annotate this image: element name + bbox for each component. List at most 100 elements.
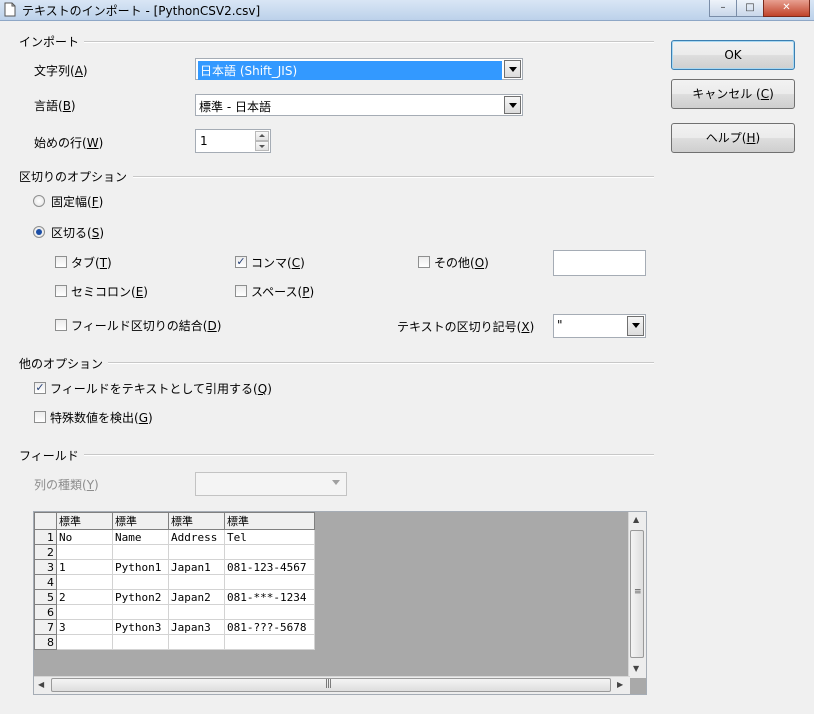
merge-delimiters-checkbox[interactable]	[55, 319, 67, 331]
table-cell: 081-***-1234	[224, 589, 315, 605]
separator-separator	[133, 176, 654, 178]
comma-checkbox[interactable]: ✓	[235, 256, 247, 268]
chevron-down-icon[interactable]	[627, 316, 644, 336]
table-cell: Name	[112, 529, 169, 545]
row-number: 7	[34, 619, 57, 635]
table-cell	[56, 634, 113, 650]
column-header[interactable]: 標準	[56, 512, 113, 530]
corner-cell	[34, 512, 57, 530]
table-cell	[224, 574, 315, 590]
table-cell	[56, 544, 113, 560]
fixed-width-label: 固定幅(F)	[51, 195, 104, 209]
spin-down-icon[interactable]	[255, 141, 269, 151]
text-delimiter-label: テキストの区切り記号(X)	[397, 320, 535, 334]
table-cell: Japan1	[168, 559, 225, 575]
table-row: 1 No Name Address Tel	[34, 529, 315, 545]
table-cell: 2	[56, 589, 113, 605]
table-cell: Tel	[224, 529, 315, 545]
fields-heading: フィールド	[19, 449, 79, 463]
tab-label: タブ(T)	[71, 256, 112, 270]
column-header[interactable]: 標準	[168, 512, 225, 530]
semicolon-checkbox[interactable]	[55, 285, 67, 297]
separator-heading: 区切りのオプション	[19, 170, 128, 184]
preview-grid[interactable]: 標準 標準 標準 標準 1 No Name Address Tel 2 3 1 Python1 J…	[33, 511, 647, 695]
charset-value: 日本語 (Shift_JIS)	[198, 61, 502, 80]
row-number: 4	[34, 574, 57, 590]
startrow-value: 1	[200, 134, 208, 148]
horizontal-scrollbar[interactable]: ◀ ||| ▶	[34, 676, 630, 694]
column-type-combo[interactable]	[195, 472, 347, 496]
table-cell	[112, 574, 169, 590]
scroll-right-icon[interactable]: ▶	[617, 680, 623, 689]
charset-combo[interactable]: 日本語 (Shift_JIS)	[195, 58, 523, 80]
preview-table: 標準 標準 標準 標準 1 No Name Address Tel 2 3 1 Python1 J…	[34, 512, 315, 650]
table-cell: No	[56, 529, 113, 545]
table-cell: 081-???-5678	[224, 619, 315, 635]
table-row: 4	[34, 574, 315, 590]
chevron-down-icon[interactable]	[504, 60, 521, 78]
fixed-width-radio[interactable]	[33, 195, 45, 207]
vertical-scrollbar[interactable]: ▲ ≡ ▼	[628, 512, 646, 678]
table-cell	[168, 544, 225, 560]
table-cell	[224, 544, 315, 560]
startrow-stepper[interactable]: 1	[195, 129, 271, 153]
table-cell	[168, 604, 225, 620]
import-separator	[84, 41, 654, 43]
language-value: 標準 - 日本語	[199, 100, 271, 114]
maximize-button[interactable]: □	[736, 0, 764, 17]
table-cell	[112, 544, 169, 560]
merge-delimiters-label: フィールド区切りの結合(D)	[71, 319, 222, 333]
text-delimiter-value: "	[557, 318, 563, 332]
table-row: 7 3 Python3 Japan3 081-???-5678	[34, 619, 315, 635]
quoted-as-text-checkbox[interactable]: ✓	[34, 382, 46, 394]
other-options-separator	[108, 362, 654, 364]
comma-label: コンマ(C)	[251, 256, 305, 270]
cancel-button[interactable]: キャンセル (C)	[671, 79, 795, 109]
table-cell: 3	[56, 619, 113, 635]
other-separator-input[interactable]	[553, 250, 646, 276]
table-cell	[112, 634, 169, 650]
table-cell: Python2	[112, 589, 169, 605]
title-bar: テキストのインポート - [PythonCSV2.csv] – □ ✕	[0, 0, 814, 21]
tab-checkbox[interactable]	[55, 256, 67, 268]
separated-radio[interactable]	[33, 226, 45, 238]
space-label: スペース(P)	[251, 285, 315, 299]
text-delimiter-combo[interactable]: "	[553, 314, 646, 338]
column-type-label: 列の種類(Y)	[34, 478, 99, 492]
table-cell: Python1	[112, 559, 169, 575]
grip-icon: ≡	[634, 587, 641, 597]
table-cell: Python3	[112, 619, 169, 635]
import-heading: インポート	[19, 35, 80, 49]
minimize-button[interactable]: –	[709, 0, 737, 17]
spin-up-icon[interactable]	[255, 131, 269, 141]
close-button[interactable]: ✕	[763, 0, 810, 17]
chevron-down-icon[interactable]	[504, 96, 521, 114]
column-header[interactable]: 標準	[112, 512, 169, 530]
charset-label: 文字列(A)	[34, 64, 88, 78]
ok-button[interactable]: OK	[671, 40, 795, 70]
other-checkbox[interactable]	[418, 256, 430, 268]
table-cell: Japan2	[168, 589, 225, 605]
column-header[interactable]: 標準	[224, 512, 315, 530]
table-row: 5 2 Python2 Japan2 081-***-1234	[34, 589, 315, 605]
table-cell	[112, 604, 169, 620]
other-options-heading: 他のオプション	[19, 357, 104, 371]
table-cell: 1	[56, 559, 113, 575]
table-cell	[168, 574, 225, 590]
table-cell	[56, 574, 113, 590]
vertical-scroll-thumb[interactable]: ≡	[630, 530, 644, 658]
scroll-up-icon[interactable]: ▲	[633, 515, 639, 524]
language-combo[interactable]: 標準 - 日本語	[195, 94, 523, 116]
scroll-down-icon[interactable]: ▼	[633, 664, 639, 673]
scroll-left-icon[interactable]: ◀	[38, 680, 44, 689]
table-row: 6	[34, 604, 315, 620]
detect-special-numbers-checkbox[interactable]	[34, 411, 46, 423]
horizontal-scroll-thumb[interactable]: |||	[51, 678, 611, 692]
startrow-label: 始めの行(W)	[34, 136, 104, 150]
space-checkbox[interactable]	[235, 285, 247, 297]
row-number: 1	[34, 529, 57, 545]
table-cell: 081-123-4567	[224, 559, 315, 575]
table-row: 3 1 Python1 Japan1 081-123-4567	[34, 559, 315, 575]
detect-special-numbers-label: 特殊数値を検出(G)	[50, 411, 153, 425]
help-button[interactable]: ヘルプ(H)	[671, 123, 795, 153]
